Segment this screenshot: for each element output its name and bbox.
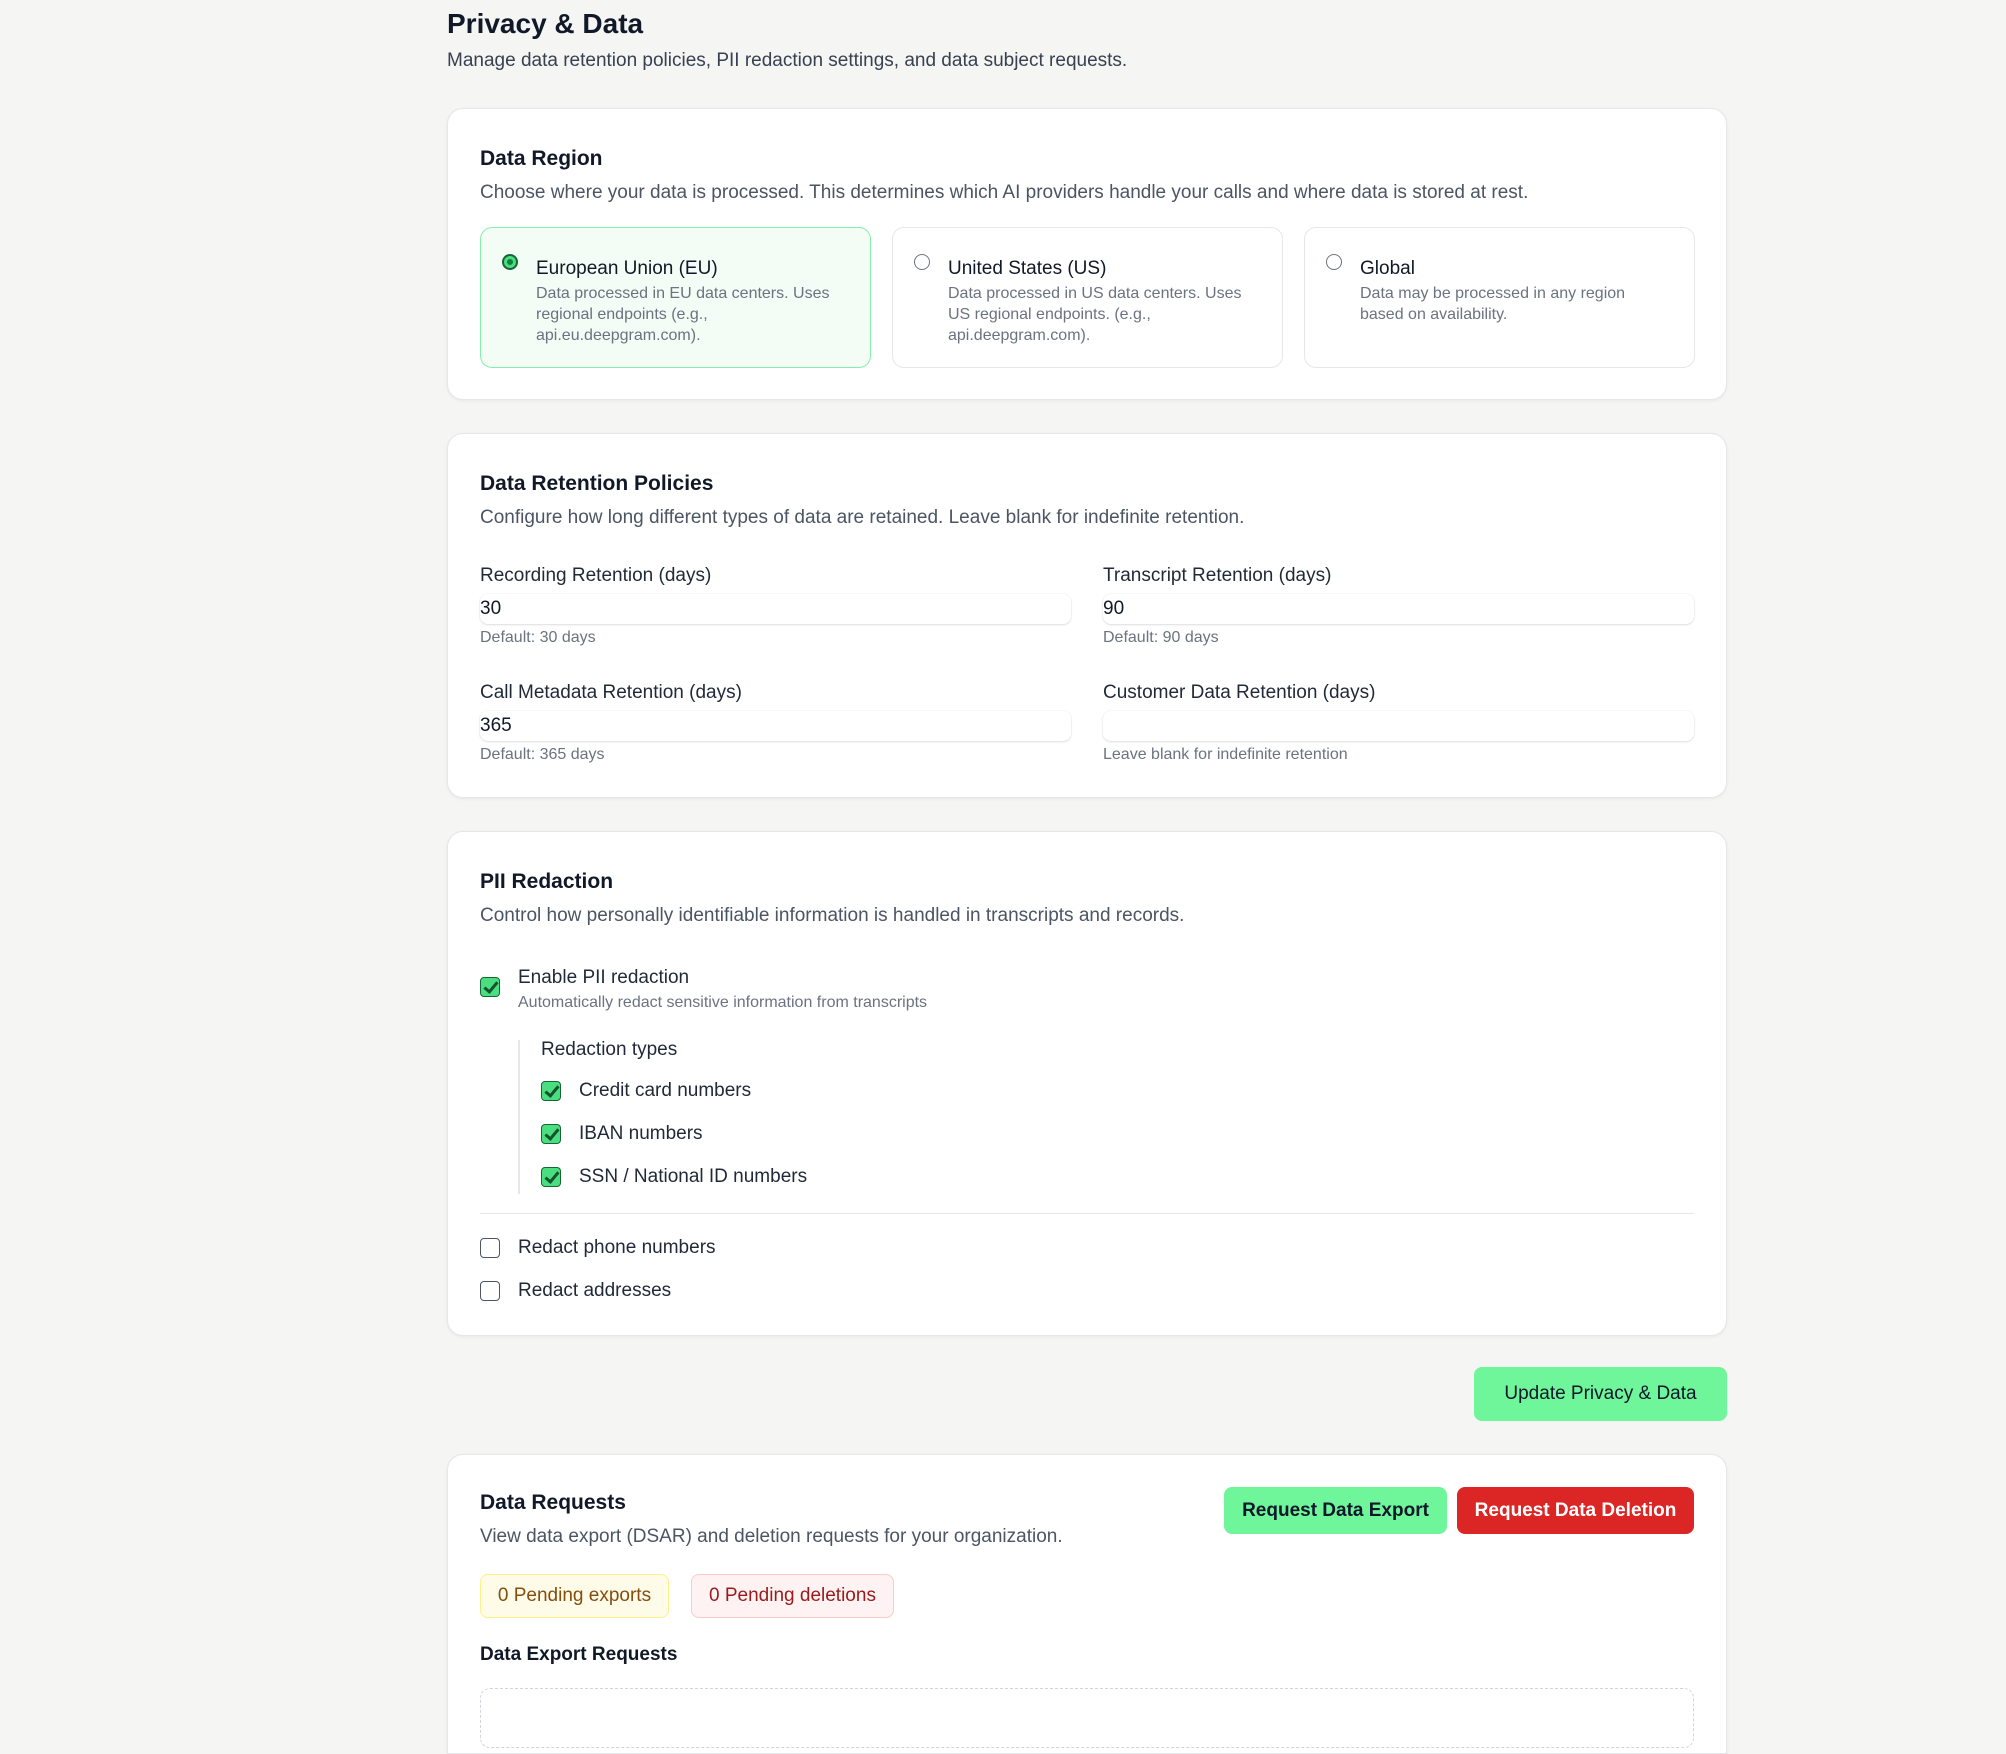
- page-title: Privacy & Data: [447, 8, 644, 39]
- region-name: Global: [1360, 258, 1415, 279]
- region-radio-eu[interactable]: [502, 254, 518, 270]
- data-region-card: Data Region Choose where your data is pr…: [447, 108, 1727, 400]
- redaction-types-indent: [518, 1040, 520, 1194]
- customer-data-retention-input[interactable]: [1103, 711, 1694, 741]
- enable-pii-label: Enable PII redaction: [518, 967, 690, 988]
- region-name: United States (US): [948, 258, 1107, 279]
- transcript-retention-help: Default: 90 days: [1103, 629, 1219, 646]
- retention-card: Data Retention Policies Configure how lo…: [447, 433, 1727, 798]
- retention-title: Data Retention Policies: [480, 472, 714, 495]
- pii-redaction-description: Control how personally identifiable info…: [480, 905, 1185, 926]
- update-privacy-button[interactable]: Update Privacy & Data: [1474, 1367, 1727, 1421]
- region-radio-global[interactable]: [1326, 254, 1342, 270]
- request-export-button[interactable]: Request Data Export: [1224, 1487, 1447, 1534]
- pii-redaction-card: PII Redaction Control how personally ide…: [447, 831, 1727, 1336]
- redact-phone-label: Redact phone numbers: [518, 1237, 716, 1258]
- recording-retention-input[interactable]: [480, 594, 1071, 624]
- redact-addresses-label: Redact addresses: [518, 1280, 672, 1301]
- data-region-title: Data Region: [480, 147, 603, 170]
- transcript-retention-input[interactable]: [1103, 594, 1694, 624]
- pii-divider: [480, 1213, 1694, 1214]
- export-requests-title: Data Export Requests: [480, 1644, 678, 1665]
- ssn-label: SSN / National ID numbers: [579, 1166, 808, 1187]
- region-radio-us[interactable]: [914, 254, 930, 270]
- enable-pii-sublabel: Automatically redact sensitive informati…: [518, 994, 928, 1011]
- retention-description: Configure how long different types of da…: [480, 507, 1245, 528]
- credit-card-checkbox[interactable]: [541, 1081, 561, 1101]
- iban-label: IBAN numbers: [579, 1123, 703, 1144]
- page-subtitle: Manage data retention policies, PII reda…: [447, 50, 1128, 71]
- customer-data-retention-help: Leave blank for indefinite retention: [1103, 746, 1348, 763]
- region-option-eu[interactable]: European Union (EU) Data processed in EU…: [480, 227, 871, 368]
- region-description: Data may be processed in any region base…: [1360, 285, 1626, 323]
- region-name: European Union (EU): [536, 258, 718, 279]
- transcript-retention-label: Transcript Retention (days): [1103, 565, 1332, 586]
- pending-deletions-badge: 0 Pending deletions: [691, 1574, 894, 1618]
- region-description: Data processed in US data centers. Uses …: [948, 285, 1242, 344]
- region-option-us[interactable]: United States (US) Data processed in US …: [892, 227, 1283, 368]
- redact-addresses-checkbox[interactable]: [480, 1281, 500, 1301]
- redact-phone-checkbox[interactable]: [480, 1238, 500, 1258]
- call-metadata-retention-label: Call Metadata Retention (days): [480, 682, 742, 703]
- call-metadata-retention-help: Default: 365 days: [480, 746, 605, 763]
- data-region-description: Choose where your data is processed. Thi…: [480, 182, 1529, 203]
- request-deletion-button[interactable]: Request Data Deletion: [1457, 1487, 1694, 1534]
- region-option-global[interactable]: Global Data may be processed in any regi…: [1304, 227, 1695, 368]
- data-requests-card: Data Requests View data export (DSAR) an…: [447, 1454, 1727, 1754]
- customer-data-retention-label: Customer Data Retention (days): [1103, 682, 1376, 703]
- recording-retention-label: Recording Retention (days): [480, 565, 712, 586]
- call-metadata-retention-input[interactable]: [480, 711, 1071, 741]
- enable-pii-checkbox[interactable]: [480, 977, 500, 997]
- recording-retention-help: Default: 30 days: [480, 629, 596, 646]
- ssn-checkbox[interactable]: [541, 1167, 561, 1187]
- credit-card-label: Credit card numbers: [579, 1080, 752, 1101]
- pending-exports-badge: 0 Pending exports: [480, 1574, 669, 1618]
- pii-redaction-title: PII Redaction: [480, 870, 614, 893]
- export-requests-list: [480, 1688, 1694, 1748]
- region-description: Data processed in EU data centers. Uses …: [536, 285, 830, 344]
- data-requests-title: Data Requests: [480, 1491, 626, 1514]
- iban-checkbox[interactable]: [541, 1124, 561, 1144]
- redaction-types-label: Redaction types: [541, 1039, 678, 1060]
- data-requests-description: View data export (DSAR) and deletion req…: [480, 1526, 1063, 1547]
